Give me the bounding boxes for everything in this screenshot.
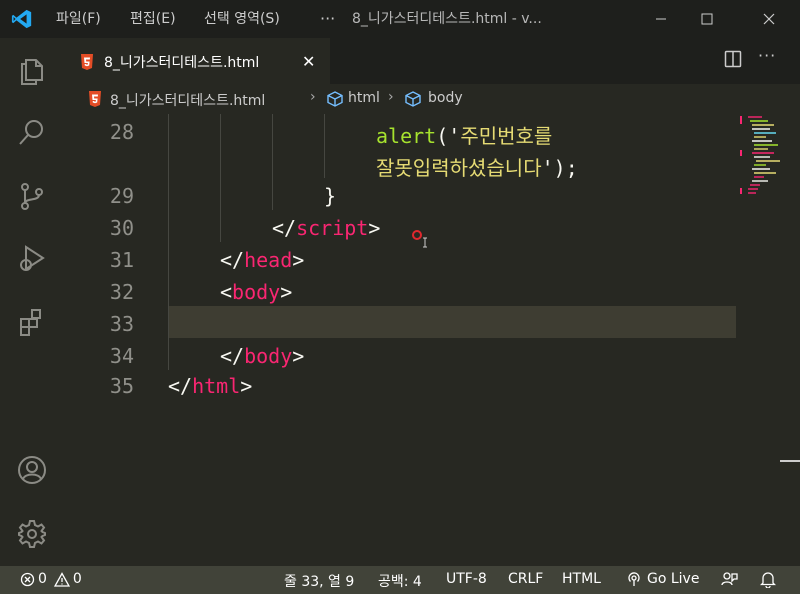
source-control-button[interactable] <box>14 178 50 214</box>
extensions-button[interactable] <box>14 304 50 340</box>
symbol-cube-icon <box>405 91 421 107</box>
code-line: </head> <box>220 248 305 272</box>
line-number: 28 <box>109 120 134 144</box>
minimize-button[interactable] <box>638 0 684 38</box>
go-live-label: Go Live <box>647 571 700 587</box>
code-line: </html> <box>168 374 253 398</box>
maximize-button[interactable] <box>684 0 730 38</box>
current-line-highlight <box>168 306 736 338</box>
encoding-setting[interactable]: UTF-8 <box>446 571 487 587</box>
tab-label: 8_니가스터디테스트.html <box>104 55 260 71</box>
code-editor[interactable]: 28 29 30 31 32 33 34 35 alert('주민번호를 잘못입… <box>64 114 800 566</box>
settings-button[interactable] <box>14 516 50 552</box>
error-count: 0 <box>38 571 47 587</box>
menu-selection[interactable]: 선택 영역(S) <box>204 0 280 38</box>
extensions-icon <box>20 309 41 336</box>
feedback-icon[interactable] <box>720 571 738 588</box>
title-bar: 파일(F) 편집(E) 선택 영역(S) ··· 8_니가스터디테스트.html… <box>0 0 800 38</box>
menu-file[interactable]: 파일(F) <box>56 0 101 38</box>
minimize-icon <box>656 18 666 20</box>
line-number: 32 <box>109 280 134 304</box>
code-line: <body> <box>220 280 293 304</box>
code-line: </body> <box>220 344 305 368</box>
scrollbar-cursor-marker <box>780 460 800 462</box>
account-button[interactable] <box>14 452 50 488</box>
status-bar: 0 0 줄 33, 열 9 공백: 4 UTF-8 CRLF HTML Go L… <box>0 566 800 594</box>
go-live-button[interactable]: Go Live <box>626 571 699 587</box>
html5-file-icon <box>89 91 101 107</box>
line-number: 35 <box>109 374 134 398</box>
line-number: 30 <box>109 216 134 240</box>
close-window-button[interactable] <box>746 0 792 38</box>
indent-guide <box>168 114 169 370</box>
line-number: 33 <box>109 312 134 336</box>
maximize-icon <box>701 13 713 25</box>
code-line: alert('주민번호를 <box>376 124 553 148</box>
error-icon <box>20 572 35 586</box>
split-editor-icon[interactable] <box>724 50 742 68</box>
breadcrumb-separator: › <box>388 89 394 105</box>
breadcrumb-file[interactable]: 8_니가스터디테스트.html <box>110 90 265 110</box>
account-icon <box>18 456 46 484</box>
warning-count: 0 <box>72 571 82 587</box>
search-button[interactable] <box>14 114 50 150</box>
settings-gear-icon <box>18 520 46 548</box>
indent-guide <box>220 114 221 242</box>
html5-file-icon <box>81 54 93 70</box>
cursor-position[interactable]: 줄 33, 열 9 <box>284 571 354 591</box>
symbol-cube-icon <box>327 91 343 107</box>
indentation-setting[interactable]: 공백: 4 <box>378 571 422 591</box>
eol-setting[interactable]: CRLF <box>508 571 543 587</box>
breadcrumb-separator: › <box>310 89 316 105</box>
problems-indicator[interactable]: 0 0 <box>20 571 82 587</box>
vscode-logo-icon <box>11 9 32 29</box>
editor-tab-active[interactable]: 8_니가스터디테스트.html ✕ <box>64 38 330 84</box>
close-icon <box>763 13 775 25</box>
language-mode[interactable]: HTML <box>562 571 601 587</box>
bell-icon[interactable] <box>760 571 776 588</box>
indent-guide <box>324 114 325 178</box>
explorer-icon <box>21 59 43 85</box>
menu-edit[interactable]: 편집(E) <box>130 0 176 38</box>
run-debug-icon <box>20 245 45 271</box>
explorer-button[interactable] <box>14 52 50 88</box>
run-debug-button[interactable] <box>14 240 50 276</box>
menu-more-button[interactable]: ··· <box>320 0 335 38</box>
tab-close-icon[interactable]: ✕ <box>302 52 315 71</box>
window-title: 8_니가스터디테스트.html - v... <box>352 11 542 27</box>
code-line: 잘못입력하셨습니다'); <box>376 156 578 180</box>
breadcrumb-html[interactable]: html <box>348 90 380 106</box>
warning-icon <box>53 571 70 587</box>
more-actions-button[interactable]: ··· <box>758 46 776 65</box>
minimap[interactable] <box>740 114 788 204</box>
search-icon <box>19 120 43 145</box>
broadcast-icon <box>628 572 640 586</box>
tab-bar: 8_니가스터디테스트.html ✕ ··· <box>64 38 800 84</box>
line-number: 34 <box>109 344 134 368</box>
source-control-icon <box>21 183 43 210</box>
code-line: } <box>324 184 337 208</box>
indent-guide <box>272 114 273 210</box>
mouse-cursor-icon <box>412 230 427 248</box>
activity-bar <box>0 38 64 566</box>
breadcrumb: 8_니가스터디테스트.html › html › body <box>64 84 800 114</box>
breadcrumb-body[interactable]: body <box>428 90 463 106</box>
line-number: 31 <box>109 248 134 272</box>
line-number: 29 <box>109 184 134 208</box>
code-line: </script> <box>272 216 381 240</box>
